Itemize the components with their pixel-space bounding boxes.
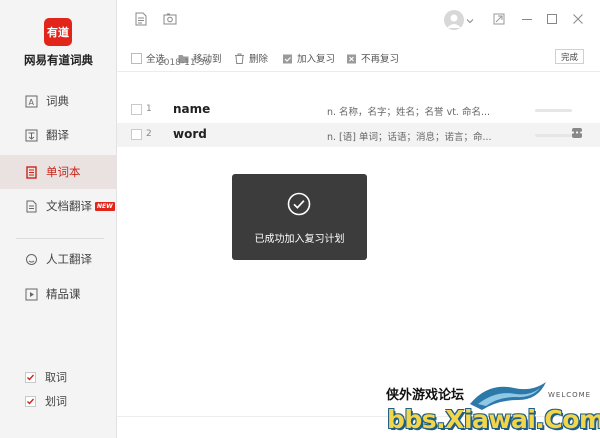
add-review-button[interactable]: 加入复习 — [282, 51, 335, 65]
date-group-header: 2018-11-30 — [158, 58, 211, 68]
sidebar-item-label: 人工翻译 — [46, 252, 92, 266]
delete-button[interactable]: 删除 — [234, 51, 268, 65]
dictionary-icon: A — [25, 95, 38, 108]
user-avatar[interactable] — [444, 10, 464, 30]
table-row[interactable]: 1 name n. 名称，名字；姓名；名誉 vt. 命名... — [117, 98, 600, 122]
watermark-welcome: WELCOME — [548, 391, 592, 399]
headset-icon — [25, 253, 38, 266]
capture-word-toggle[interactable]: 取词 — [25, 369, 67, 385]
word-definition: n. 名称，名字；姓名；名誉 vt. 命名... — [327, 107, 491, 118]
clipboard-x-icon — [346, 53, 357, 64]
sidebar-item-label: 精品课 — [46, 287, 81, 301]
watermark-url: bbs.Xiawai.Com — [387, 405, 600, 434]
capture-word-label: 取词 — [45, 371, 67, 384]
sidebar-item-wordbook[interactable]: 单词本 — [0, 155, 117, 189]
checkbox-icon — [131, 52, 142, 64]
new-badge: NEW — [95, 201, 115, 211]
done-button[interactable]: 完成 — [555, 49, 584, 64]
watermark-site-name: 侠外游戏论坛 — [386, 388, 465, 403]
status-text: ...... ... — [120, 433, 149, 438]
check-circle-icon — [287, 192, 311, 216]
translate-icon — [25, 129, 38, 142]
select-word-label: 划词 — [45, 395, 67, 408]
wordbook-icon — [25, 165, 38, 179]
word-text: word — [173, 127, 207, 141]
camera-icon[interactable] — [163, 12, 177, 26]
word-text: name — [173, 102, 211, 116]
word-definition: n. [语] 单词；话语；消息；诺言；命... — [327, 132, 492, 143]
close-icon[interactable] — [572, 13, 584, 25]
familiarity-bar — [535, 134, 572, 137]
sidebar-item-label: 单词本 — [46, 165, 81, 179]
delete-label: 删除 — [249, 54, 269, 65]
row-checkbox[interactable] — [131, 129, 142, 140]
trash-icon — [234, 53, 245, 64]
sidebar-item-label: 翻译 — [46, 128, 69, 142]
sidebar-item-dictionary[interactable]: A 词典 — [0, 84, 117, 118]
no-review-button[interactable]: 不再复习 — [346, 51, 399, 65]
title-bar — [117, 0, 600, 42]
svg-text:A: A — [29, 98, 35, 107]
sidebar-item-label: 文档翻译 — [46, 199, 92, 213]
chevron-down-icon[interactable] — [466, 15, 474, 24]
table-row[interactable]: 2 word n. [语] 单词；话语；消息；诺言；命... ••• — [117, 123, 600, 147]
sidebar-divider — [16, 238, 104, 239]
more-options-icon[interactable]: ••• — [571, 128, 583, 138]
row-number: 2 — [146, 129, 152, 139]
clipboard-check-icon — [282, 53, 293, 64]
app-name: 网易有道词典 — [24, 53, 93, 67]
mini-mode-icon[interactable] — [493, 13, 505, 25]
sidebar-item-label: 词典 — [46, 94, 69, 108]
app-logo: 有道 — [44, 18, 72, 46]
select-word-toggle[interactable]: 划词 — [25, 393, 67, 409]
capture-word-checkbox[interactable] — [25, 371, 36, 383]
row-checkbox[interactable] — [131, 104, 142, 115]
document-icon — [25, 200, 38, 213]
success-toast: 已成功加入复习计划 — [232, 174, 367, 260]
row-number: 1 — [146, 104, 152, 114]
sidebar-item-human-translate[interactable]: 人工翻译 — [0, 242, 117, 276]
toast-message: 已成功加入复习计划 — [254, 234, 345, 245]
sidebar-item-translate[interactable]: 翻译 — [0, 118, 117, 152]
sidebar-item-courses[interactable]: 精品课 — [0, 277, 117, 311]
no-review-label: 不再复习 — [361, 54, 400, 65]
minimize-icon[interactable] — [521, 13, 533, 25]
play-icon — [25, 288, 38, 301]
sidebar: 有道 网易有道词典 A 词典 翻译 单词本 文档翻译 NEW 人工翻译 精品课 … — [0, 0, 117, 438]
familiarity-bar — [535, 109, 572, 112]
add-review-label: 加入复习 — [297, 54, 336, 65]
select-word-checkbox[interactable] — [25, 395, 36, 407]
sidebar-item-doc-translate[interactable]: 文档翻译 NEW — [0, 189, 117, 223]
maximize-icon[interactable] — [546, 13, 558, 25]
notes-icon[interactable] — [134, 12, 148, 26]
